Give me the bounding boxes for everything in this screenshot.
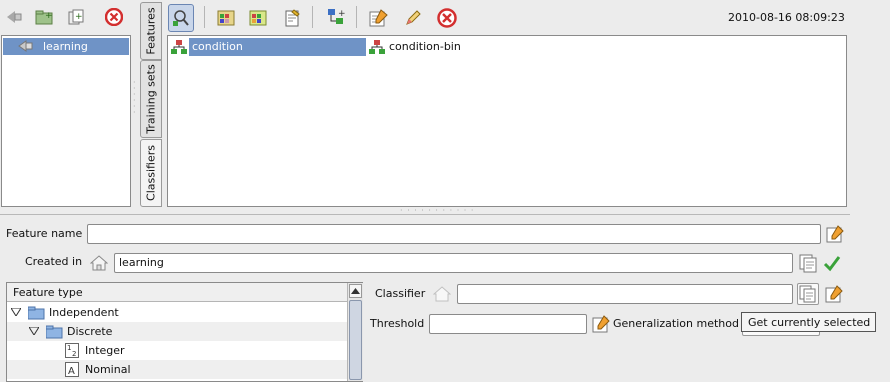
- feature-list[interactable]: condition condition-bin: [167, 35, 847, 207]
- project-tree[interactable]: learning: [1, 35, 131, 207]
- threshold-input[interactable]: [429, 314, 587, 334]
- new-folder-icon[interactable]: +: [34, 7, 54, 27]
- palette-b-icon[interactable]: [248, 8, 268, 28]
- expand-toggle-icon[interactable]: [11, 308, 21, 316]
- toolbar-separator: [356, 6, 357, 28]
- expand-toggle-icon[interactable]: [29, 327, 39, 335]
- classifier-input[interactable]: [457, 284, 793, 304]
- svg-text:1: 1: [67, 344, 71, 352]
- threshold-label: Threshold: [370, 317, 425, 330]
- pencil-icon[interactable]: [403, 8, 423, 28]
- palette-a-icon[interactable]: [216, 8, 236, 28]
- tab-classifiers-label: Classifiers: [144, 145, 158, 201]
- feature-node-icon: [170, 38, 188, 56]
- notepad-edit-icon[interactable]: [369, 8, 389, 28]
- tab-classifiers[interactable]: Classifiers: [140, 139, 162, 207]
- svg-text:A: A: [68, 366, 75, 377]
- get-selected-icon[interactable]: [797, 283, 819, 305]
- tree-row-integer[interactable]: 12 Integer: [7, 341, 347, 360]
- confirm-check-icon[interactable]: [822, 253, 842, 273]
- generalization-method-label: Generalization method: [613, 317, 739, 330]
- tooltip: Get currently selected: [741, 312, 876, 332]
- browse-list-icon[interactable]: [798, 253, 818, 273]
- splitter-handle-vertical[interactable]: · · · · · ·: [133, 79, 137, 117]
- integer-type-icon: 12: [65, 343, 79, 358]
- created-in-label: Created in: [25, 255, 83, 268]
- tab-features[interactable]: Features: [140, 2, 162, 60]
- list-item-label-box: condition: [189, 38, 366, 56]
- feature-node-icon: [368, 38, 386, 56]
- tree-item-label: learning: [43, 40, 88, 53]
- edit-name-icon[interactable]: [825, 224, 845, 244]
- stop-icon[interactable]: [437, 8, 457, 28]
- svg-text:+: +: [45, 11, 53, 21]
- toolbar-separator: [312, 6, 313, 28]
- list-item-label: condition: [192, 40, 243, 53]
- svg-text:+: +: [75, 12, 83, 22]
- tree-row-nominal[interactable]: A Nominal: [7, 360, 347, 379]
- folder-icon: [28, 306, 45, 320]
- tree-row-independent[interactable]: Independent: [7, 303, 347, 322]
- nominal-type-icon: A: [65, 362, 79, 377]
- zoom-select-icon[interactable]: [168, 4, 194, 32]
- main-toolbar: + 2010-08-16 08:09:23: [166, 0, 848, 35]
- tab-training-sets[interactable]: Training sets: [140, 60, 162, 138]
- tree-row-label: Nominal: [85, 363, 131, 376]
- tree-row-discrete[interactable]: Discrete: [7, 322, 347, 341]
- edit-classifier-icon[interactable]: [824, 284, 844, 304]
- edit-document-icon[interactable]: [282, 8, 302, 28]
- feature-name-label: Feature name: [6, 227, 83, 240]
- divider: [0, 214, 850, 215]
- classifier-label: Classifier: [375, 287, 426, 300]
- scroll-up-button[interactable]: [349, 284, 362, 298]
- tooltip-text: Get currently selected: [748, 316, 871, 329]
- tree-item-learning[interactable]: learning: [3, 38, 129, 55]
- tree-row-label: Discrete: [67, 325, 113, 338]
- navigate-back-icon[interactable]: [4, 7, 24, 27]
- created-in-input[interactable]: learning: [114, 253, 793, 273]
- list-item[interactable]: condition-bin: [368, 38, 528, 56]
- folder-icon: [46, 325, 63, 339]
- add-node-icon[interactable]: +: [326, 7, 346, 27]
- home-icon[interactable]: [89, 253, 109, 273]
- tree-scrollbar[interactable]: [347, 283, 363, 381]
- tree-header: Feature type: [7, 283, 347, 302]
- svg-text:2: 2: [72, 350, 76, 358]
- copy-node-icon[interactable]: +: [66, 7, 86, 27]
- scroll-thumb[interactable]: [349, 300, 362, 380]
- tree-header-label: Feature type: [13, 286, 83, 299]
- project-node-icon: [17, 37, 35, 55]
- home-icon[interactable]: [432, 284, 452, 304]
- list-item-label: condition-bin: [389, 40, 461, 53]
- edit-threshold-icon[interactable]: [591, 314, 611, 334]
- tab-training-sets-label: Training sets: [144, 64, 158, 134]
- toolbar-separator: [204, 6, 205, 28]
- tree-row-label: Integer: [85, 344, 125, 357]
- left-toolbar: + +: [0, 0, 134, 34]
- feature-name-input[interactable]: [87, 224, 821, 244]
- tree-row-label: Independent: [49, 306, 119, 319]
- tab-features-label: Features: [144, 7, 158, 55]
- list-item[interactable]: condition: [170, 38, 366, 56]
- svg-text:+: +: [338, 9, 346, 19]
- delete-icon[interactable]: [104, 7, 124, 27]
- feature-type-tree[interactable]: Feature type Independent Discrete 12 Int…: [6, 282, 363, 382]
- timestamp: 2010-08-16 08:09:23: [728, 11, 845, 24]
